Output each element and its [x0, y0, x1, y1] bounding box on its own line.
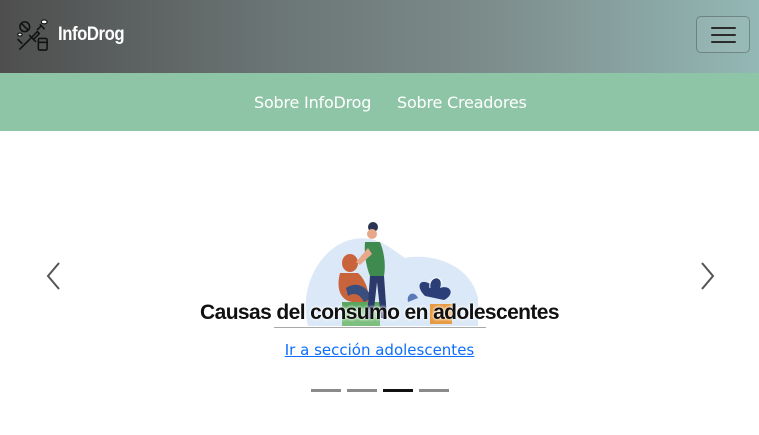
top-navbar: InfoDrog	[0, 0, 759, 73]
nav-link-sobre-creadores[interactable]: Sobre Creadores	[397, 93, 527, 112]
drugs-logo-icon	[17, 18, 48, 51]
hamburger-line	[711, 34, 736, 36]
chevron-left-icon[interactable]	[44, 261, 66, 291]
caption-underline	[274, 327, 486, 328]
navbar-toggler-button[interactable]	[696, 16, 750, 53]
hamburger-line	[711, 41, 736, 43]
section-link-adolescentes[interactable]: Ir a sección adolescentes	[0, 341, 759, 359]
nav-link-sobre-infodrog[interactable]: Sobre InfoDrog	[254, 93, 371, 112]
slide-caption: Causas del consumo en adolescentes	[200, 301, 560, 324]
carousel-indicator[interactable]	[311, 389, 341, 392]
brand-link[interactable]: InfoDrog	[16, 17, 133, 53]
carousel-indicator[interactable]	[347, 389, 377, 392]
carousel-indicator[interactable]	[419, 389, 449, 392]
hamburger-menu-icon	[711, 27, 736, 29]
secondary-nav: Sobre InfoDrog Sobre Creadores	[0, 73, 759, 131]
chevron-right-icon[interactable]	[695, 261, 717, 291]
brand-name[interactable]: InfoDrog	[58, 24, 125, 46]
carousel-indicator-active[interactable]	[383, 389, 413, 392]
carousel-indicators	[311, 389, 449, 392]
